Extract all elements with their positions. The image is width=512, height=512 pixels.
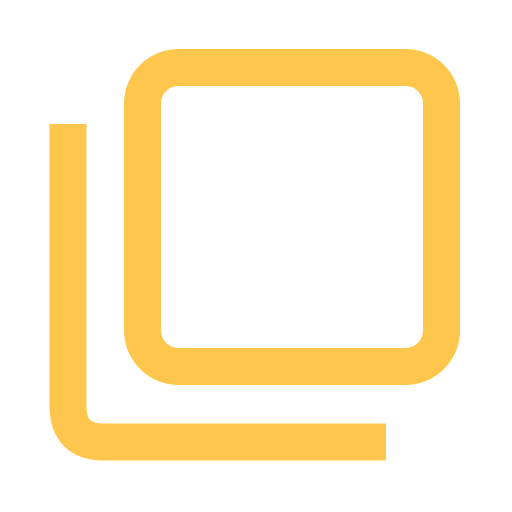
copy-icon [49, 49, 460, 461]
copy-back-sheet [49, 124, 386, 461]
copy-front-sheet [124, 49, 460, 385]
icon-canvas [0, 0, 512, 512]
